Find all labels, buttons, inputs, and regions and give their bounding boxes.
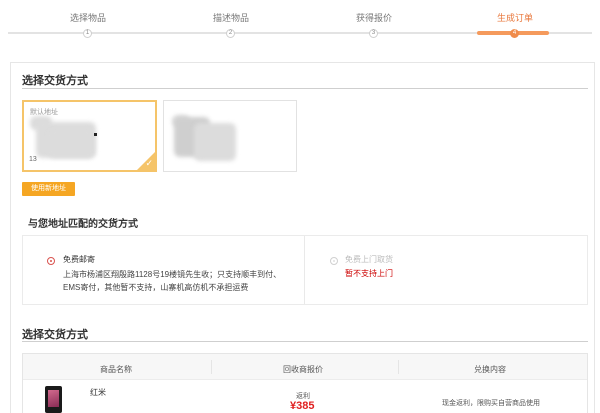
exchange-content: 现金返利，限购买自营商品使用	[442, 400, 540, 407]
option-name: 免费邮寄	[63, 255, 95, 264]
product-image	[45, 386, 62, 413]
radio-disabled[interactable]	[330, 257, 338, 265]
option-description: 上海市杨浦区翔殷路1128号19楼镜先生收；只支持顺丰到付、EMS寄付，其他暂不…	[63, 270, 282, 292]
option-home-pickup[interactable]: 免费上门取货 暂不支持上门	[327, 236, 587, 304]
address-section-title: 选择交货方式	[22, 75, 88, 87]
step-get-quote: 获得报价	[314, 12, 434, 24]
product-section-title: 选择交货方式	[22, 329, 88, 341]
column-header-product: 商品名称	[100, 365, 132, 374]
divider	[22, 88, 588, 89]
step-label: 选择物品	[69, 13, 106, 23]
matched-methods-title: 与您地址匹配的交货方式	[28, 219, 138, 230]
option-name: 免费上门取货	[345, 255, 393, 264]
step-number: 1	[83, 29, 92, 38]
column-separator	[211, 360, 212, 374]
step-describe-item: 描述物品	[171, 12, 291, 24]
divider	[22, 341, 588, 342]
address-card-selected[interactable]: 默认地址 13 ✓	[22, 100, 157, 172]
blurred-content	[194, 123, 236, 161]
radio-selected[interactable]	[47, 257, 55, 265]
step-select-item: 选择物品	[28, 12, 148, 24]
step-number: 2	[226, 29, 235, 38]
use-new-address-button[interactable]: 使用新地址	[22, 182, 75, 196]
product-price: ¥385	[290, 400, 315, 412]
address-text: 13	[29, 156, 37, 163]
address-card[interactable]	[163, 100, 297, 172]
blurred-content	[48, 130, 94, 158]
check-icon: ✓	[145, 158, 153, 168]
column-header-exchange: 兑换内容	[474, 365, 506, 374]
step-number-current: 4	[510, 29, 519, 38]
option-free-mail[interactable]: 免费邮寄 上海市杨浦区翔殷路1128号19楼镜先生收；只支持顺丰到付、EMS寄付…	[23, 236, 305, 304]
step-label: 获得报价	[355, 13, 392, 23]
column-separator	[398, 360, 399, 374]
column-header-quote: 回收商报价	[283, 365, 323, 374]
step-number: 3	[369, 29, 378, 38]
step-create-order: 生成订单	[455, 12, 575, 24]
blurred-content	[94, 133, 97, 136]
progress-stepper: 选择物品 1 描述物品 2 获得报价 3 生成订单 4	[0, 0, 600, 44]
step-label: 描述物品	[212, 13, 249, 23]
step-label: 生成订单	[496, 13, 533, 23]
option-warning: 暂不支持上门	[345, 269, 393, 278]
product-name: 红米	[90, 388, 106, 397]
